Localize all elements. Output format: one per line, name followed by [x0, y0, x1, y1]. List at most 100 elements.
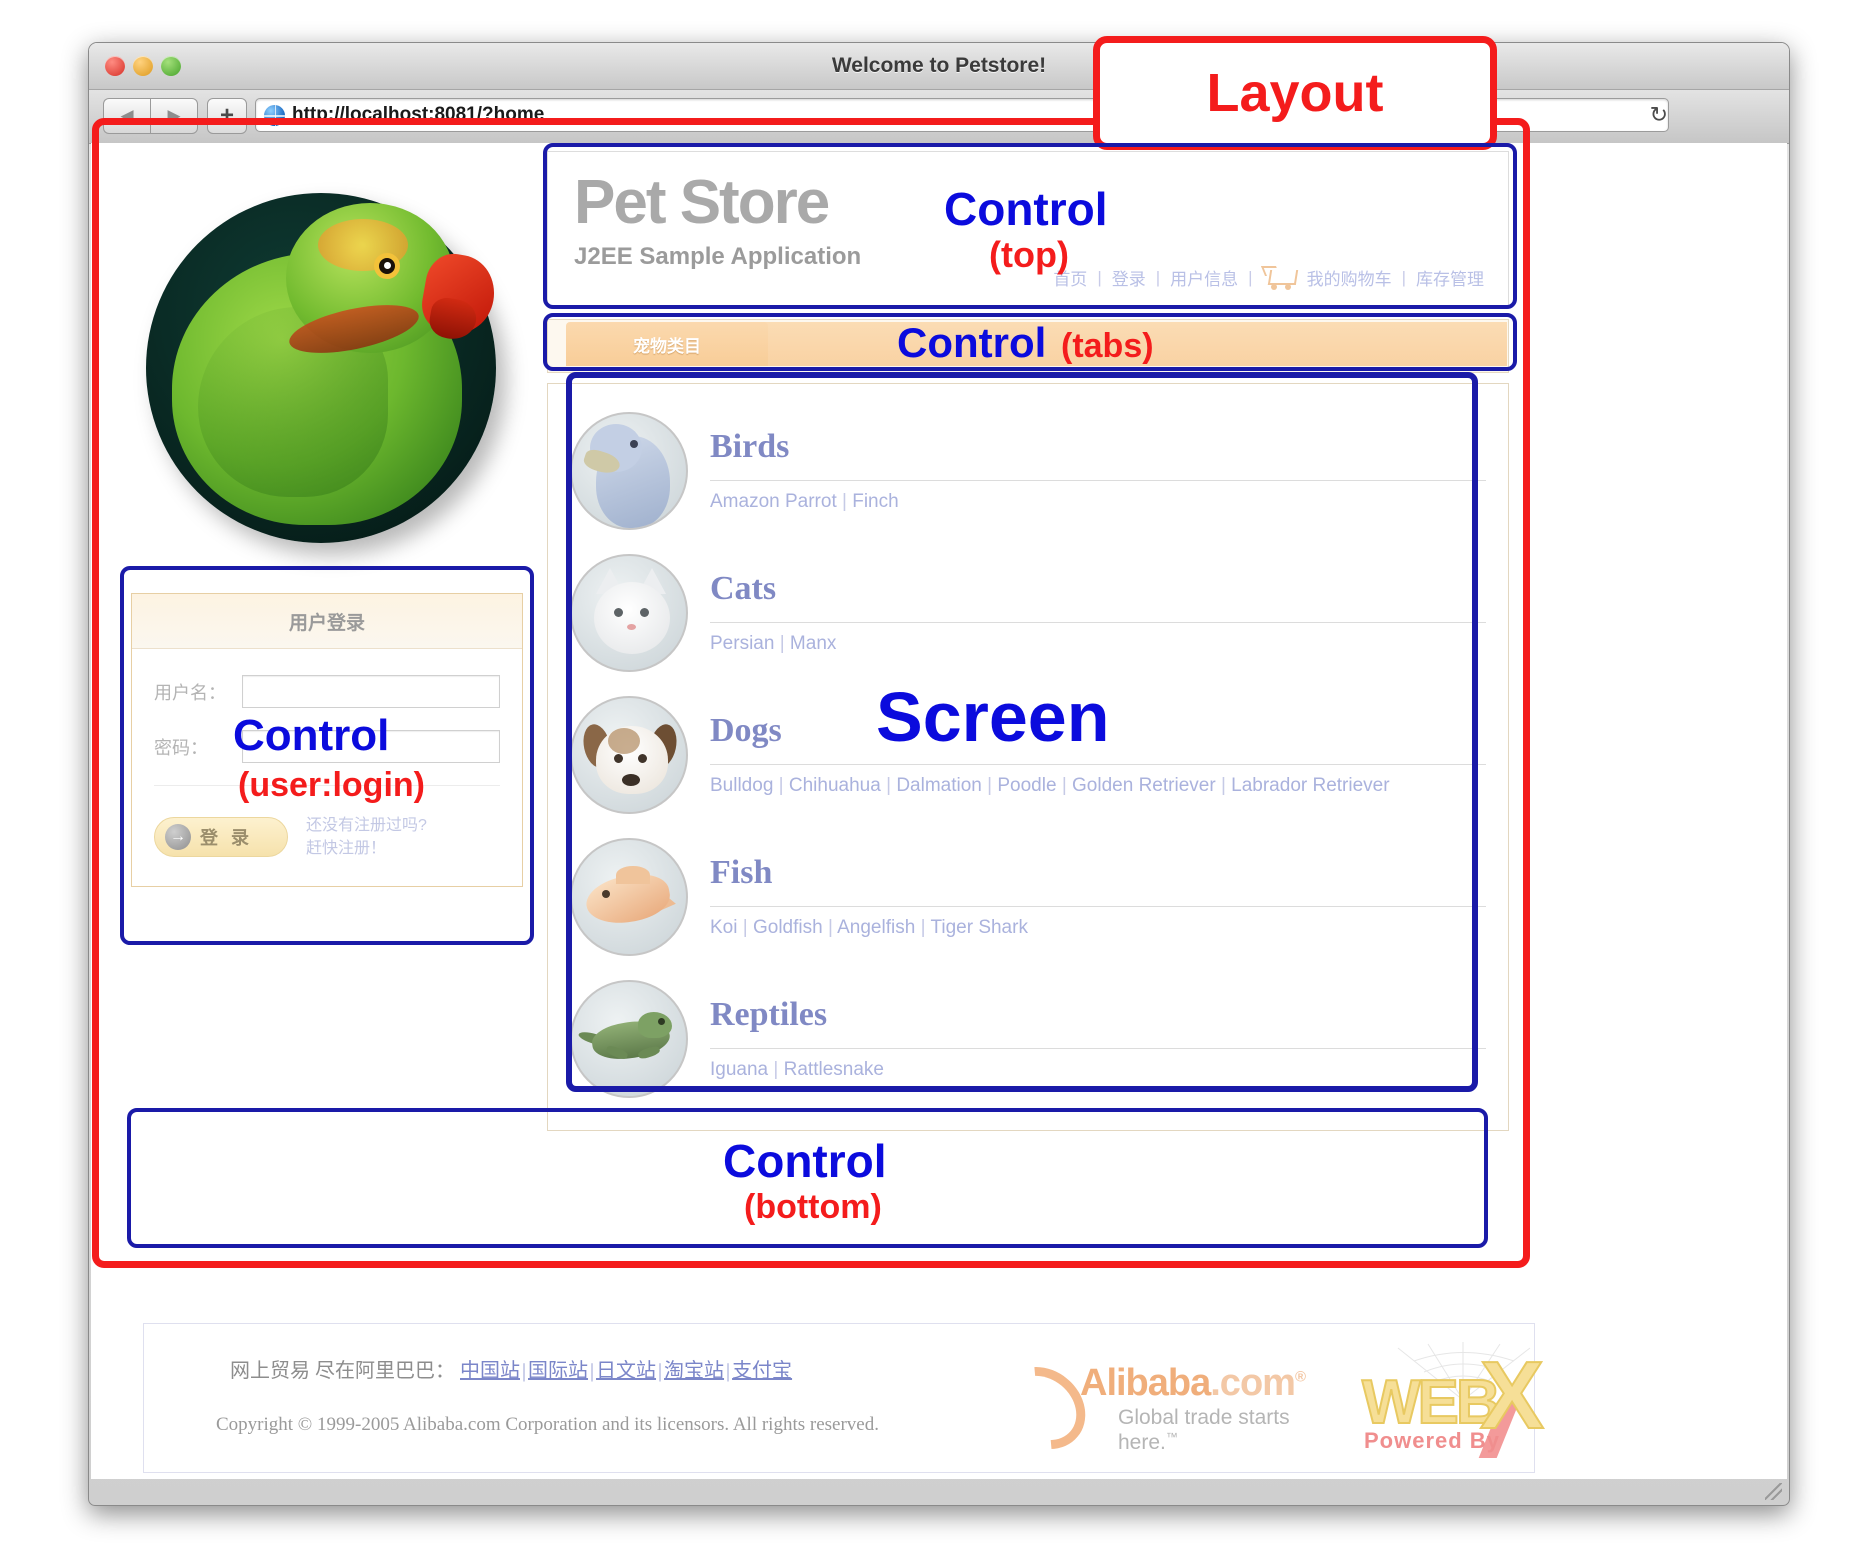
cart-icon[interactable] [1260, 265, 1298, 290]
bird-thumb-icon[interactable] [570, 412, 688, 530]
annotation-sublabel-control-bottom: (bottom) [744, 1188, 882, 1226]
nav-item-account[interactable]: 用户信息 [1170, 265, 1238, 290]
category-row-cats[interactable]: Cats Persian | Manx [570, 542, 1486, 684]
registered-icon: ® [1294, 1368, 1306, 1386]
footer-link-alipay[interactable]: 支付宝 [732, 1360, 792, 1382]
annotation-label-control-tabs: Control [897, 319, 1047, 366]
breed-link[interactable]: Manx [790, 633, 836, 654]
annotation-label-screen: Screen [876, 678, 1110, 756]
breed-separator: | [827, 916, 833, 938]
fish-thumb-icon[interactable] [570, 838, 688, 956]
breed-link[interactable]: Bulldog [710, 775, 773, 796]
bird-eye [630, 440, 638, 448]
category-divider [710, 479, 1486, 481]
category-info: Reptiles Iguana | Rattlesnake [710, 997, 1486, 1081]
breed-link[interactable]: Labrador Retriever [1231, 775, 1389, 796]
category-divider [710, 905, 1486, 907]
footer-copyright: Copyright © 1999-2005 Alibaba.com Corpor… [216, 1414, 879, 1435]
register-link[interactable]: 还没有注册过吗? 赶快注册！ [306, 814, 427, 860]
breed-link[interactable]: Golden Retriever [1072, 775, 1216, 796]
breed-link[interactable]: Persian [710, 633, 774, 654]
alibaba-logo[interactable]: Alibaba.com® Global trade starts here.™ [984, 1349, 1324, 1467]
footer-link-japanese[interactable]: 日文站 [596, 1360, 656, 1382]
nav-item-inventory[interactable]: 库存管理 [1416, 265, 1484, 290]
category-breeds-birds: Amazon Parrot | Finch [710, 491, 1486, 513]
nav-item-cart[interactable]: 我的购物车 [1307, 265, 1392, 290]
category-row-fish[interactable]: Fish Koi | Goldfish | Angelfish | Tiger [570, 826, 1486, 968]
back-button[interactable]: ◀ [103, 98, 150, 134]
petstore-page: 用户登录 用户名： 密码： → 登 录 还没有注册过吗? 赶快注册！ Pet S… [91, 143, 1545, 1479]
breed-link[interactable]: Rattlesnake [784, 1059, 884, 1080]
annotation-label-control-bottom: Control [723, 1135, 887, 1187]
nav-separator: | [1248, 267, 1253, 287]
footer-link-international[interactable]: 国际站 [528, 1360, 588, 1382]
annotation-label-layout-text: Layout [1206, 63, 1384, 123]
annotation-label-control-user-login: Control [233, 711, 390, 760]
right-column: Pet Store J2EE Sample Application 首页 | 登… [547, 151, 1509, 1131]
forward-button[interactable]: ▶ [150, 98, 198, 134]
password-label: 密码： [154, 737, 208, 758]
breed-separator: | [742, 916, 748, 938]
parrot-banner-image [138, 157, 516, 577]
cat-thumb-icon[interactable] [570, 554, 688, 672]
breed-link[interactable]: Poodle [997, 775, 1056, 796]
tab-pet-categories[interactable]: 宠物类目 [566, 322, 768, 366]
annotation-sublabel-control-user-login: (user:login) [238, 766, 425, 804]
category-name-reptiles[interactable]: Reptiles [710, 997, 1486, 1032]
category-name-fish[interactable]: Fish [710, 855, 1486, 890]
nav-item-login[interactable]: 登录 [1112, 265, 1146, 290]
breed-link[interactable]: Iguana [710, 1059, 768, 1080]
reptile-head [638, 1012, 672, 1038]
reload-icon[interactable]: ↻ [1650, 102, 1668, 128]
cat-eye-right [640, 608, 649, 617]
nav-buttons[interactable]: ◀ ▶ [103, 98, 198, 134]
window-resize-grip[interactable] [1765, 1483, 1782, 1500]
breed-link[interactable]: Dalmation [896, 775, 982, 796]
footer-link-china[interactable]: 中国站 [460, 1360, 520, 1382]
webx-powered-text: Powered By [1364, 1428, 1500, 1453]
category-breeds-cats: Persian | Manx [710, 633, 1486, 655]
category-name-birds[interactable]: Birds [710, 429, 1486, 464]
breed-link[interactable]: Tiger Shark [930, 917, 1028, 938]
cart-basket [1267, 269, 1298, 285]
breed-link[interactable]: Goldfish [753, 917, 823, 938]
globe-icon [264, 104, 285, 126]
login-submit-button[interactable]: → 登 录 [154, 817, 288, 858]
breed-link[interactable]: Angelfish [837, 917, 915, 938]
breed-separator: | [778, 774, 784, 796]
footer-link-taobao[interactable]: 淘宝站 [664, 1360, 724, 1382]
login-heading: 用户登录 [132, 594, 522, 649]
alibaba-wordmark: Alibaba.com® [1080, 1362, 1306, 1405]
category-breeds-fish: Koi | Goldfish | Angelfish | Tiger Shark [710, 917, 1486, 939]
annotation-sublabel-control-tabs: (tabs) [1061, 327, 1154, 365]
login-actions: → 登 录 还没有注册过吗? 赶快注册！ [132, 792, 522, 886]
alibaba-name: Alibaba [1080, 1362, 1211, 1404]
new-tab-button[interactable]: + [207, 98, 247, 134]
fish-eye [602, 890, 610, 898]
nav-separator: | [1401, 267, 1406, 287]
browser-titlebar: Welcome to Petstore! [89, 43, 1789, 90]
breed-link[interactable]: Chihuahua [789, 775, 881, 796]
reptile-thumb-icon[interactable] [570, 980, 688, 1098]
breed-separator: | [987, 774, 993, 796]
category-divider [710, 621, 1486, 623]
webx-logo[interactable]: WEB X Powered By [1354, 1342, 1574, 1460]
category-divider [710, 1047, 1486, 1049]
breed-separator: | [920, 916, 926, 938]
fish-fin [616, 866, 650, 884]
category-row-reptiles[interactable]: Reptiles Iguana | Rattlesnake [570, 968, 1486, 1110]
cart-wheel-right [1284, 283, 1291, 290]
username-label: 用户名： [154, 682, 226, 703]
cat-head [594, 582, 670, 654]
top-navigation: 首页 | 登录 | 用户信息 | 我的购物车 | 库存管理 [1053, 265, 1484, 290]
breed-link[interactable]: Amazon Parrot [710, 491, 837, 512]
breed-link[interactable]: Finch [852, 491, 898, 512]
category-row-birds[interactable]: Birds Amazon Parrot | Finch [570, 400, 1486, 542]
alibaba-tagline-text: Global trade starts here. [1118, 1406, 1290, 1454]
username-input[interactable] [242, 675, 500, 708]
nav-separator: | [1097, 267, 1102, 287]
breed-link[interactable]: Koi [710, 917, 737, 938]
category-name-cats[interactable]: Cats [710, 571, 1486, 606]
window-title: Welcome to Petstore! [831, 54, 1047, 77]
dog-thumb-icon[interactable] [570, 696, 688, 814]
